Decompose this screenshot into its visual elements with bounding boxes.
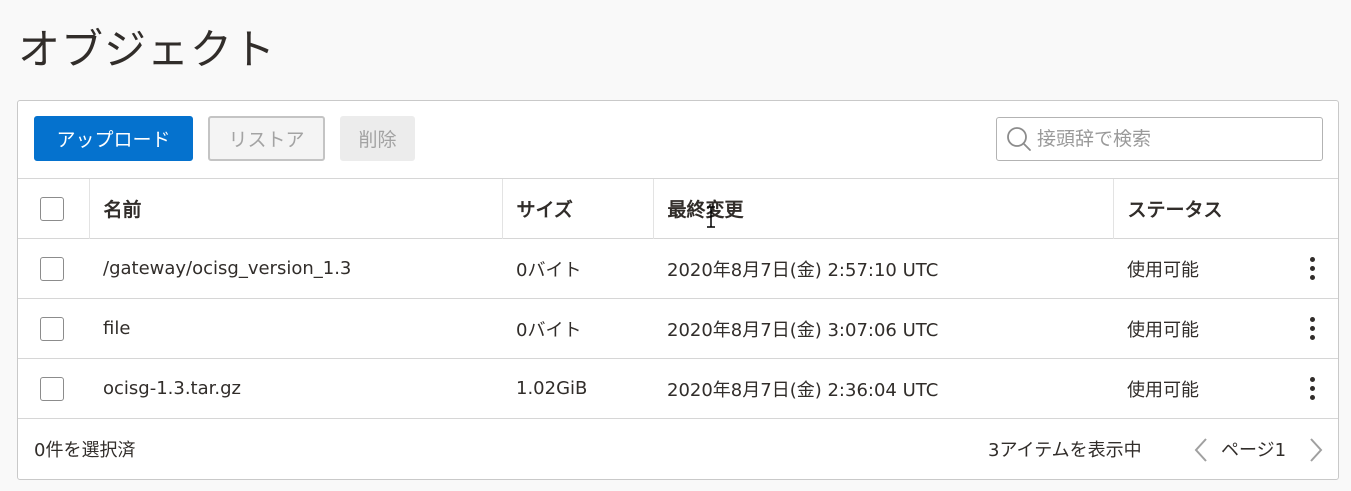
page-indicator: ページ1 (1221, 440, 1287, 461)
row-actions-cell (1302, 298, 1338, 359)
kebab-menu-icon[interactable] (1302, 257, 1322, 280)
object-name[interactable]: file (89, 298, 502, 359)
object-status: 使用可能 (1113, 298, 1302, 359)
row-select-cell (18, 298, 89, 359)
upload-button[interactable]: アップロード (34, 116, 193, 161)
select-all-cell (18, 178, 89, 239)
restore-button[interactable]: リストア (208, 116, 325, 161)
row-actions-cell (1302, 358, 1338, 419)
column-header-actions (1302, 178, 1338, 239)
row-select-cell (18, 358, 89, 419)
object-status: 使用可能 (1113, 238, 1302, 299)
table-row[interactable]: ocisg-1.3.tar.gz 1.02GiB 2020年8月7日(金) 2:… (18, 358, 1338, 419)
object-status: 使用可能 (1113, 358, 1302, 419)
table-row[interactable]: /gateway/ocisg_version_1.3 0バイト 2020年8月7… (18, 238, 1338, 299)
row-checkbox[interactable] (40, 256, 64, 281)
column-header-size[interactable]: サイズ (501, 178, 653, 239)
object-name[interactable]: ocisg-1.3.tar.gz (89, 358, 502, 419)
page-title: オブジェクト (18, 25, 277, 74)
toolbar: アップロード リストア 削除 (18, 101, 1338, 178)
select-all-checkbox[interactable] (40, 196, 64, 221)
row-checkbox[interactable] (40, 316, 64, 341)
objects-table: 名前 サイズ 最終変更 ステータス /gateway/ocisg_version… (18, 178, 1338, 419)
search-input[interactable] (1037, 128, 1307, 150)
objects-panel: アップロード リストア 削除 名前 サイズ 最終変更 ステータス (17, 100, 1339, 480)
table-header-row: 名前 サイズ 最終変更 ステータス (18, 178, 1338, 239)
object-modified: 2020年8月7日(金) 2:36:04 UTC (653, 358, 1113, 419)
search-icon (1001, 117, 1037, 161)
row-actions-cell (1302, 238, 1338, 299)
text-cursor-icon (705, 205, 717, 233)
column-header-status[interactable]: ステータス (1112, 178, 1302, 239)
table-footer: 0件を選択済 3アイテムを表示中 ページ1 (18, 418, 1338, 479)
object-size: 0バイト (502, 298, 653, 359)
chevron-left-icon[interactable] (1193, 437, 1209, 467)
search-box[interactable] (996, 117, 1323, 161)
column-header-modified[interactable]: 最終変更 (652, 178, 1113, 239)
object-size: 1.02GiB (502, 358, 653, 419)
object-name[interactable]: /gateway/ocisg_version_1.3 (89, 238, 502, 299)
row-checkbox[interactable] (40, 376, 64, 401)
kebab-menu-icon[interactable] (1302, 317, 1322, 340)
chevron-right-icon[interactable] (1308, 437, 1324, 467)
row-select-cell (18, 238, 89, 299)
selection-count: 0件を選択済 (34, 440, 136, 461)
kebab-menu-icon[interactable] (1302, 377, 1322, 401)
column-header-name[interactable]: 名前 (88, 178, 502, 239)
delete-button[interactable]: 削除 (340, 116, 415, 161)
object-modified: 2020年8月7日(金) 2:57:10 UTC (653, 238, 1113, 299)
table-row[interactable]: file 0バイト 2020年8月7日(金) 3:07:06 UTC 使用可能 (18, 298, 1338, 359)
object-modified: 2020年8月7日(金) 3:07:06 UTC (653, 298, 1113, 359)
object-size: 0バイト (502, 238, 653, 299)
items-count: 3アイテムを表示中 (988, 440, 1142, 461)
